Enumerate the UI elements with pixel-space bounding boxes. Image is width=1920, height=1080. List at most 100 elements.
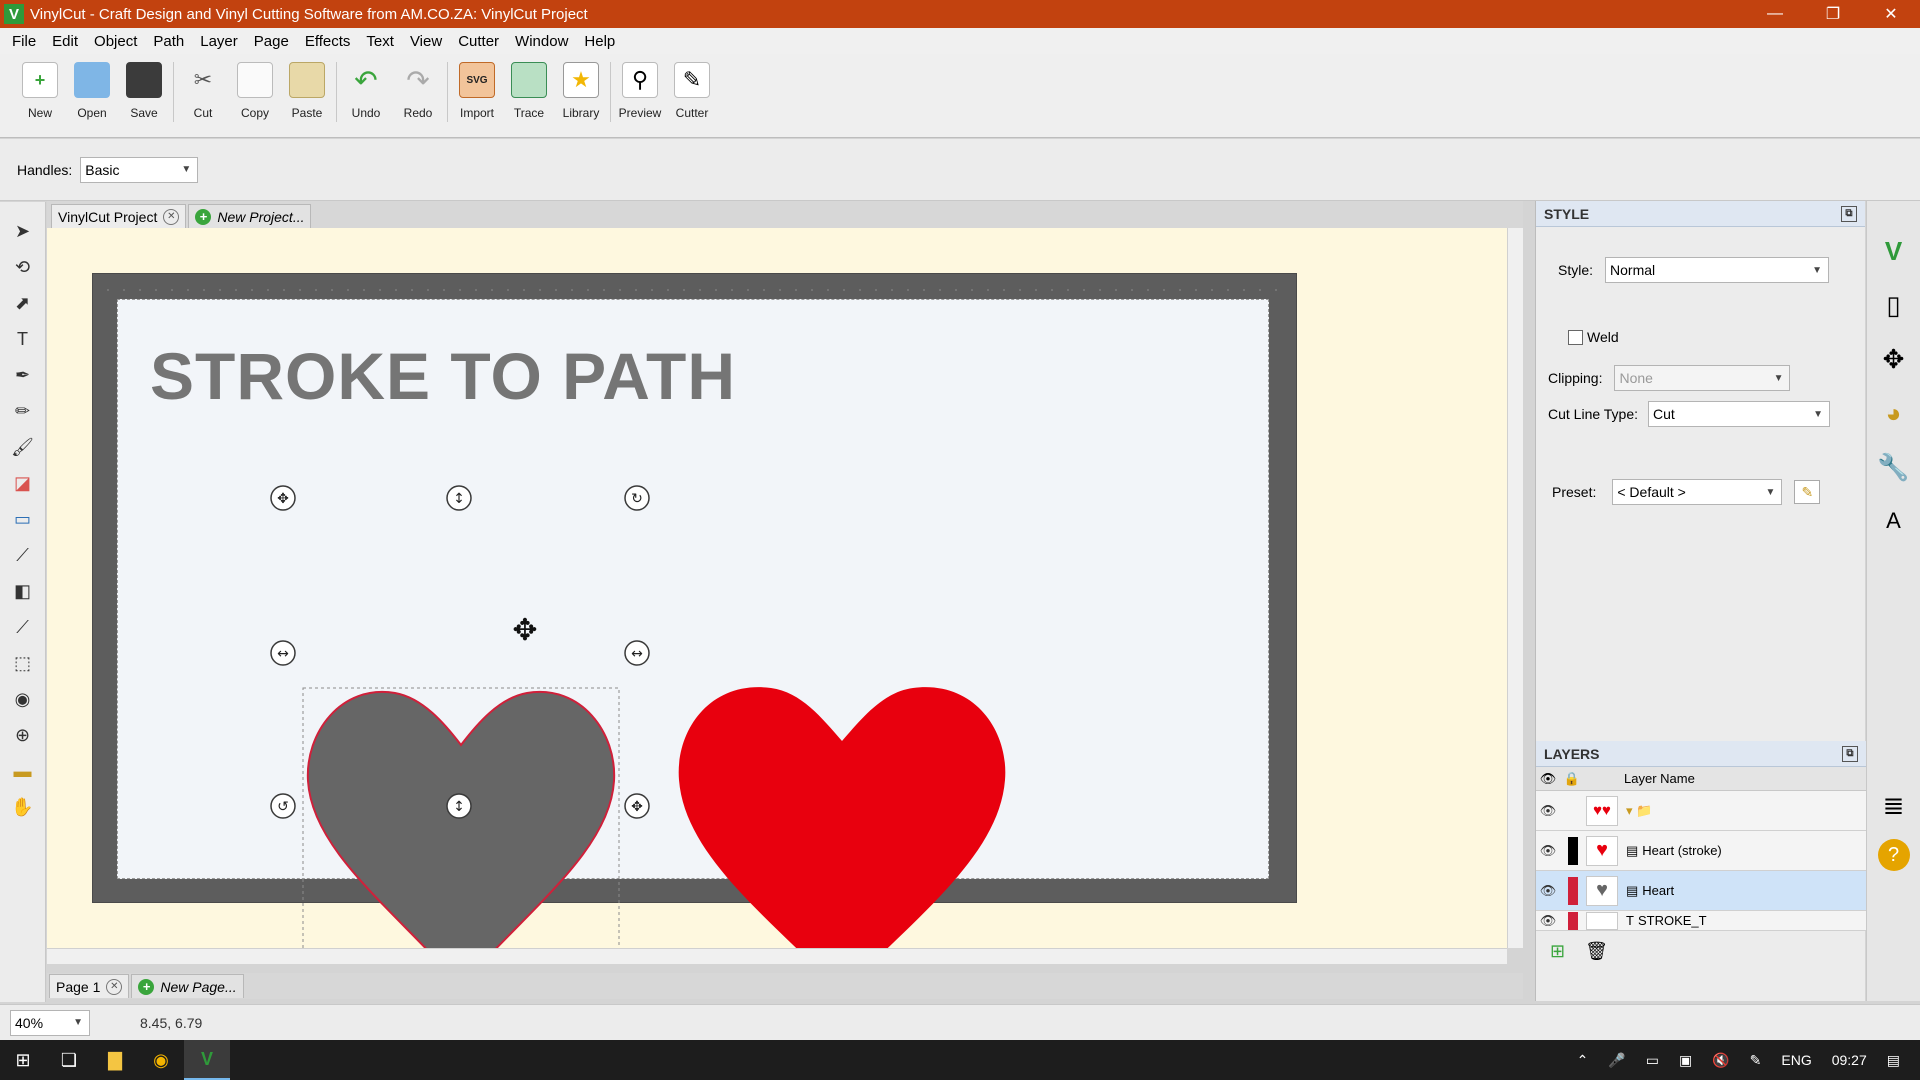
gray-heart-shape[interactable] [306,690,616,948]
zoom-tool-icon[interactable]: ⊕ [8,720,38,750]
canvas-area[interactable]: STROKE TO PATH ✥ ↕ ↻ ↔ ↔ ↺ ↕ ✥ ✥ [47,228,1507,948]
preset-label: Preset: [1552,484,1597,500]
brush-tool-icon[interactable]: 🖌 [8,432,38,462]
contour-tool-icon[interactable]: ◉ [8,684,38,714]
menu-edit[interactable]: Edit [44,33,86,50]
layer-row[interactable]: 👁 T STROKE_T [1536,911,1866,931]
eye-icon[interactable]: 👁 [1536,913,1560,929]
network-icon[interactable]: ▣ [1669,1052,1702,1069]
cut-button[interactable]: ✂ Cut [177,62,229,120]
menu-window[interactable]: Window [507,33,576,50]
zoom-select[interactable]: 40% ▼ [10,1009,90,1036]
close-page-icon[interactable]: ✕ [106,978,123,995]
pen-tool-icon[interactable]: ✒ [8,360,38,390]
menu-text[interactable]: Text [358,33,402,50]
clock[interactable]: 09:27 [1822,1052,1877,1068]
horizontal-scrollbar[interactable] [47,948,1507,964]
vinylcut-logo-icon[interactable]: V [1874,231,1914,271]
title-bar: V VinylCut - Craft Design and Vinyl Cutt… [0,0,1920,28]
handles-select[interactable]: Basic ▼ [80,156,199,183]
help-icon[interactable]: ? [1877,839,1910,871]
node-tool-icon[interactable]: ⬈ [8,288,38,318]
preset-select[interactable]: < Default > ▼ [1612,479,1783,505]
restore-button[interactable]: ❐ [1804,0,1862,28]
red-heart-shape[interactable] [678,687,1006,948]
add-layer-icon[interactable]: ⊞ [1550,941,1565,962]
menu-path[interactable]: Path [145,33,192,50]
task-view-icon[interactable]: ❏ [46,1040,92,1080]
eye-icon[interactable]: 👁 [1536,883,1560,899]
library-button[interactable]: ★ Library [555,62,607,120]
menu-object[interactable]: Object [86,33,145,50]
layer-row[interactable]: 👁 ♥ ▤ Heart (stroke) [1536,831,1866,871]
layer-row-selected[interactable]: 👁 ♥ ▤ Heart [1536,871,1866,911]
palette-icon[interactable]: ◕ [1874,393,1914,433]
dock-icon[interactable]: ⧉ [1842,745,1858,762]
weld-checkbox[interactable] [1568,329,1583,345]
page-icon[interactable]: ▯ [1874,285,1914,325]
undo-button[interactable]: ↶ Undo [340,62,392,121]
open-button[interactable]: Open [66,62,118,120]
menu-page[interactable]: Page [246,33,297,50]
select-tool-icon[interactable]: ➤ [8,216,38,246]
vinylcut-taskbar-icon[interactable]: V [184,1040,230,1080]
tab-page-1[interactable]: Page 1 ✕ [49,974,130,998]
eyedropper-tool-icon[interactable]: ⟋ [8,540,38,570]
pencil-tool-icon[interactable]: ✏ [8,396,38,426]
volume-muted-icon[interactable]: 🔇 [1702,1052,1739,1069]
close-button[interactable]: ✕ [1862,0,1920,28]
edit-preset-icon[interactable]: ✎ [1794,480,1821,504]
menu-layer[interactable]: Layer [192,33,246,50]
menu-cutter[interactable]: Cutter [450,33,507,50]
import-button[interactable]: SVG Import [451,62,503,120]
gradient-tool-icon[interactable]: ◧ [8,576,38,606]
save-button[interactable]: Save [118,62,170,120]
chevron-up-icon[interactable]: ⌃ [1567,1052,1599,1069]
notifications-icon[interactable]: ▤ [1877,1052,1920,1069]
new-project-tab[interactable]: + New Project... [188,204,312,228]
tab-vinylcut-project[interactable]: VinylCut Project ✕ [51,204,187,228]
clipping-select[interactable]: None ▼ [1614,365,1791,391]
redo-button[interactable]: ↷ Redo [392,62,444,121]
minimize-button[interactable]: — [1746,0,1804,28]
font-icon[interactable]: A [1874,501,1914,541]
layer-row[interactable]: 👁 ♥♥ ▾ 📁 [1536,791,1866,831]
hand-tool-icon[interactable]: ✋ [8,792,38,822]
lasso-tool-icon[interactable]: ⟲ [8,252,38,282]
microphone-icon[interactable]: 🎤 [1598,1052,1635,1069]
knife-tool-icon[interactable]: ⟋ [8,612,38,642]
style-select[interactable]: Normal ▼ [1605,257,1830,283]
eraser-tool-icon[interactable]: ◪ [8,468,38,498]
close-tab-icon[interactable]: ✕ [163,208,180,225]
file-explorer-icon[interactable]: ▇ [92,1040,138,1080]
new-page-tab[interactable]: + New Page... [131,974,244,998]
layers-icon[interactable]: ≣ [1874,785,1914,825]
paste-button[interactable]: Paste [281,62,333,120]
menu-view[interactable]: View [402,33,450,50]
wrench-icon[interactable]: 🔧 [1874,447,1914,487]
eye-icon[interactable]: 👁 [1536,803,1560,819]
dock-icon[interactable]: ⧉ [1841,205,1857,222]
menu-help[interactable]: Help [576,33,623,50]
shape-tool-icon[interactable]: ▭ [8,504,38,534]
copy-button[interactable]: Copy [229,62,281,120]
menu-file[interactable]: File [4,33,44,50]
ruler-tool-icon[interactable]: ▬ [8,756,38,786]
transform-tool-icon[interactable]: ⬚ [8,648,38,678]
menu-effects[interactable]: Effects [297,33,359,50]
delete-layer-icon[interactable]: 🗑 [1585,941,1608,962]
move-icon[interactable]: ✥ [1874,339,1914,379]
new-button[interactable]: + New [14,62,66,120]
battery-icon[interactable]: ▭ [1636,1052,1669,1069]
cutter-button[interactable]: ✎ Cutter [666,62,718,120]
eye-icon[interactable]: 👁 [1536,843,1560,859]
chrome-icon[interactable]: ◉ [138,1040,184,1080]
windows-start-icon[interactable]: ⊞ [0,1040,46,1080]
trace-button[interactable]: Trace [503,62,555,120]
text-tool-icon[interactable]: T [8,324,38,354]
vertical-scrollbar[interactable] [1507,228,1523,948]
preview-button[interactable]: ⚲ Preview [614,62,666,120]
pen-icon[interactable]: ✎ [1740,1052,1772,1069]
cutline-type-select[interactable]: Cut ▼ [1648,401,1831,427]
language-indicator[interactable]: ENG [1771,1052,1821,1068]
